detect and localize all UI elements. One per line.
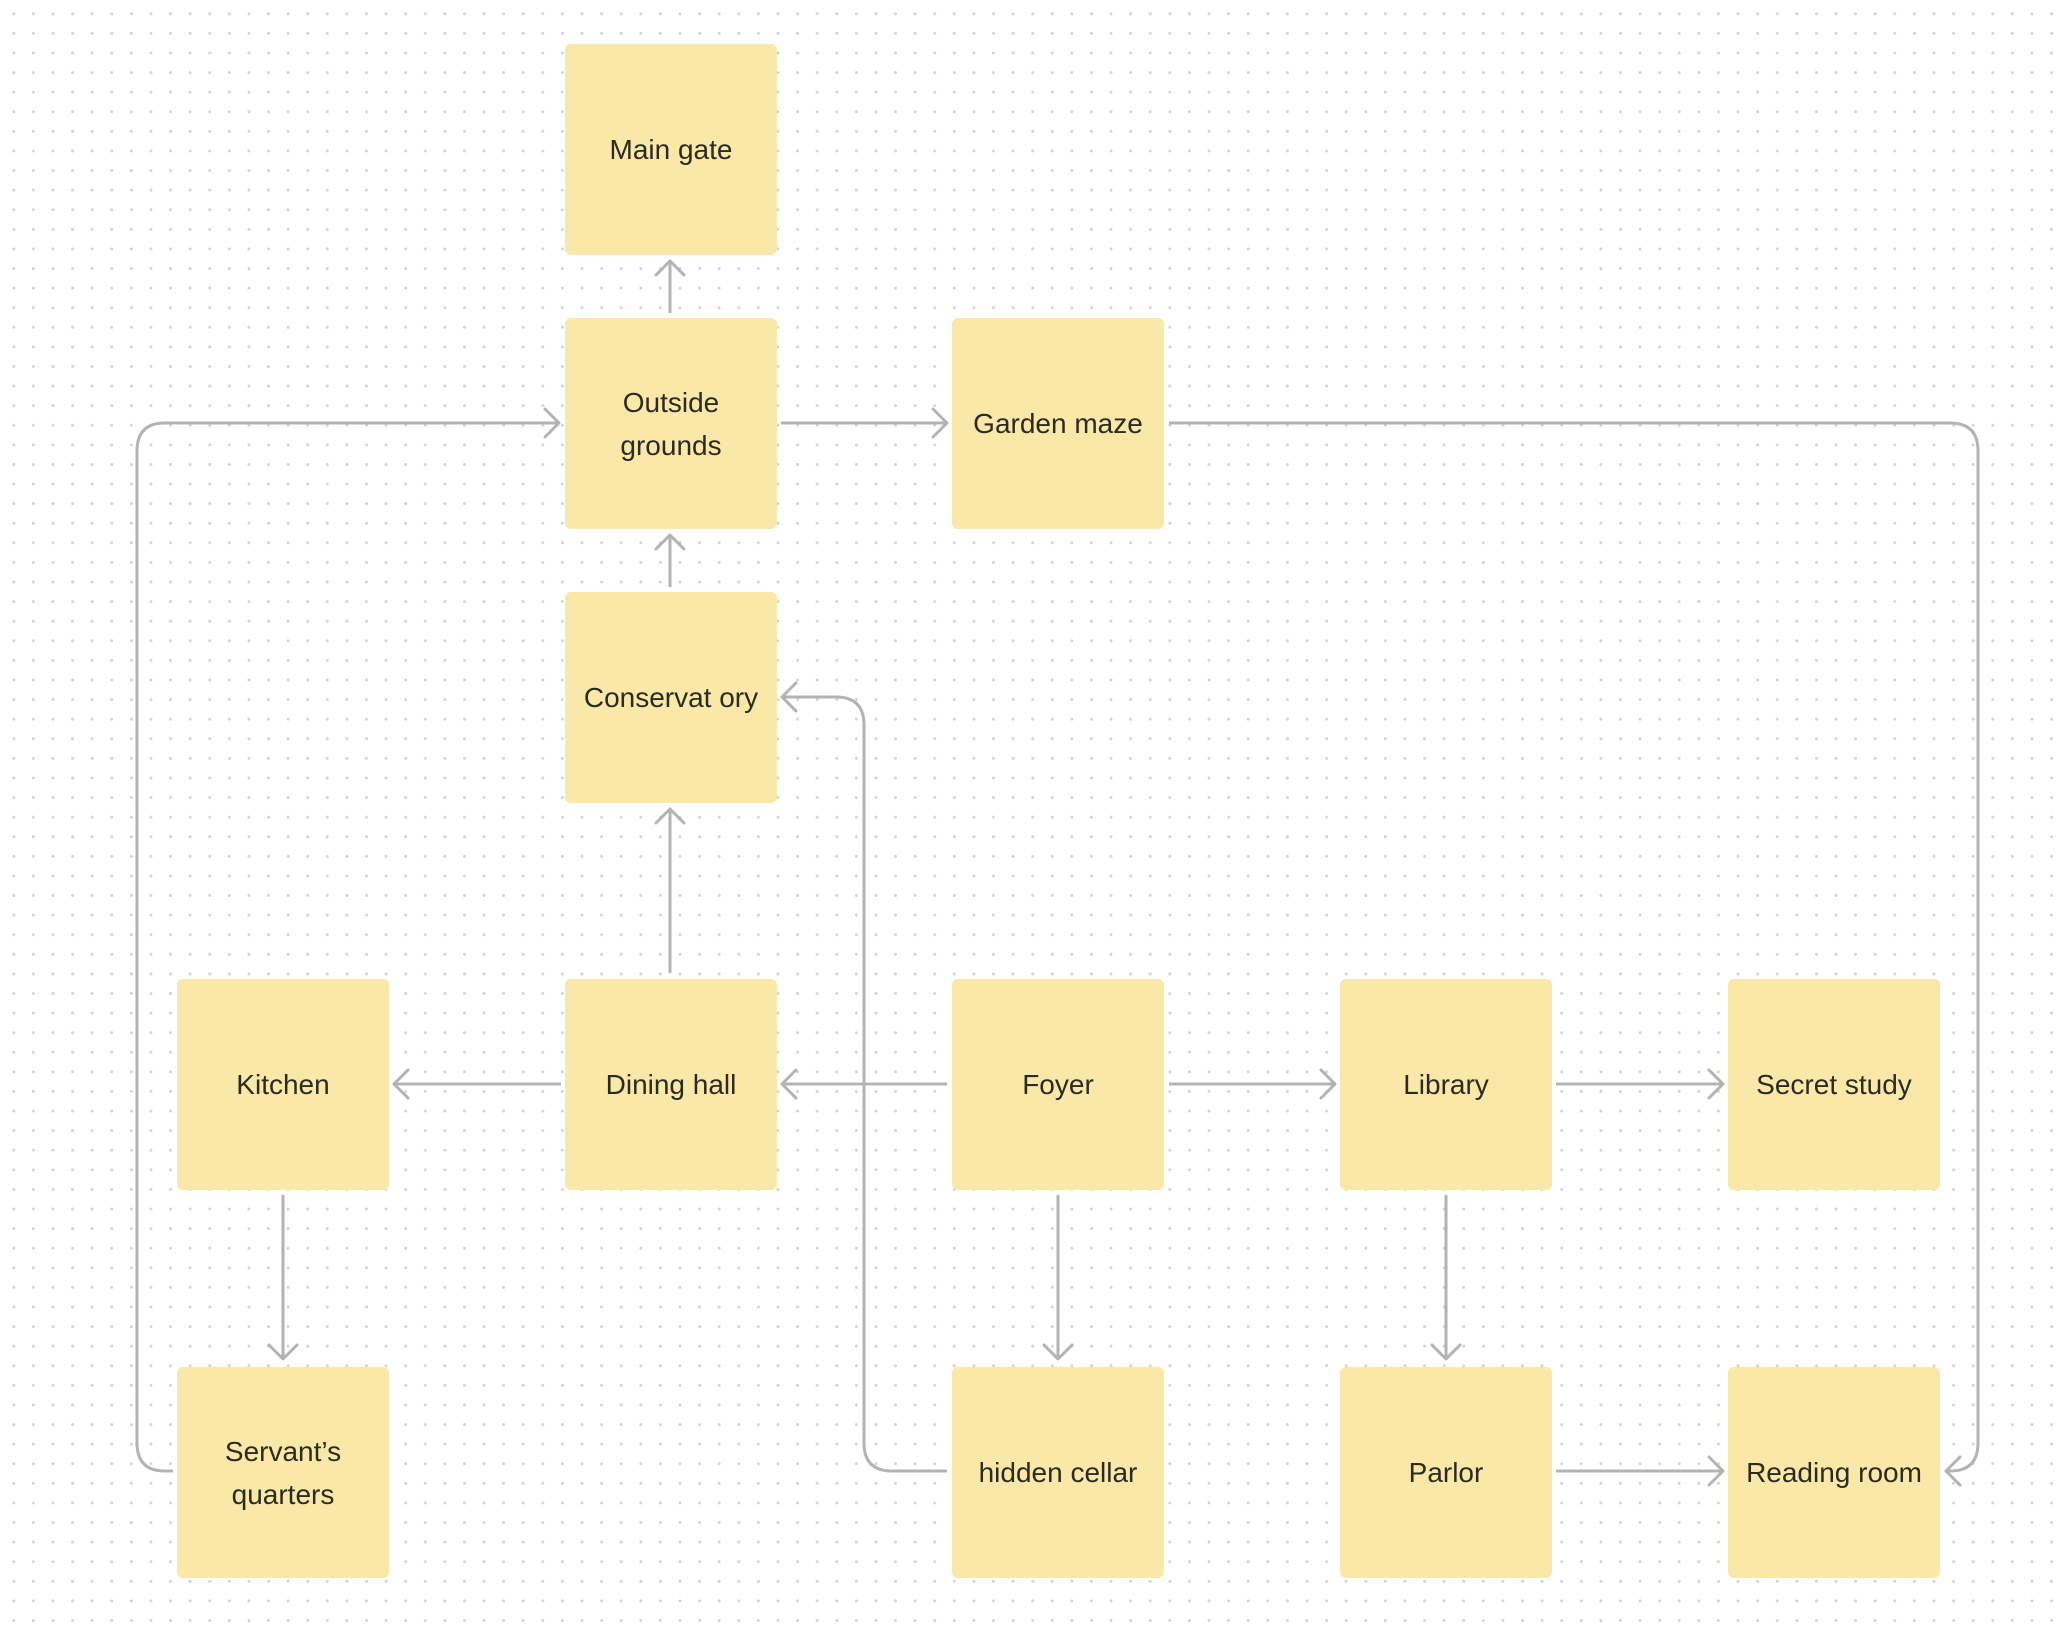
connector-parlor-to-reading-room[interactable] [1556,1455,1725,1487]
sticky-note-conservatory[interactable]: Conservat ory [565,592,777,803]
sticky-note-hidden-cellar[interactable]: hidden cellar [952,1367,1164,1578]
sticky-note-label: Main gate [609,134,733,165]
sticky-note-main-gate[interactable]: Main gate [565,44,777,255]
sticky-note-secret-study[interactable]: Secret study [1728,979,1940,1190]
sticky-note-kitchen[interactable]: Kitchen [177,979,389,1190]
sticky-note-label: Outside grounds [620,386,722,461]
sticky-note-label: hidden cellar [978,1457,1138,1488]
sticky-note-parlor[interactable]: Parlor [1340,1367,1552,1578]
sticky-note-label: Parlor [1408,1457,1484,1488]
connector-outside-grounds-to-garden-maze[interactable] [781,407,949,439]
connector-conservatory-to-outside-grounds[interactable] [654,533,686,587]
sticky-note-servants-quarters[interactable]: Servant’s quarters [177,1367,389,1578]
sticky-note-label: Conservat ory [583,682,759,713]
connector-dining-hall-to-conservatory[interactable] [654,807,686,973]
connector-servants-quarters-to-outside-grounds[interactable] [135,407,561,1473]
connector-hidden-cellar-to-conservatory[interactable] [780,681,947,1473]
connector-library-to-secret-study[interactable] [1556,1068,1725,1100]
connector-kitchen-to-servants-quarters[interactable] [267,1195,299,1361]
connector-library-to-parlor[interactable] [1430,1195,1462,1361]
connector-line [1169,421,1980,1473]
sticky-note-label: Dining hall [605,1069,737,1100]
connector-outside-grounds-to-main-gate[interactable] [654,259,686,313]
connector-foyer-to-library[interactable] [1169,1068,1337,1100]
sticky-note-garden-maze[interactable]: Garden maze [952,318,1164,529]
sticky-note-label: Foyer [1022,1069,1094,1100]
connector-dining-hall-to-kitchen[interactable] [392,1068,561,1100]
sticky-note-label: Servant’s quarters [224,1435,342,1510]
connector-foyer-to-hidden-cellar[interactable] [1042,1195,1074,1361]
sticky-note-dining-hall[interactable]: Dining hall [565,979,777,1190]
sticky-note-label: Kitchen [236,1069,330,1100]
connector-line [135,421,559,1473]
sticky-note-reading-room[interactable]: Reading room [1728,1367,1940,1578]
sticky-note-foyer[interactable]: Foyer [952,979,1164,1190]
sticky-note-label: Reading room [1746,1457,1922,1488]
sticky-note-outside-grounds[interactable]: Outside grounds [565,318,777,529]
connector-garden-maze-to-reading-room[interactable] [1169,421,1980,1487]
sticky-note-label: Library [1403,1069,1489,1100]
sticky-note-label: Garden maze [973,408,1143,439]
sticky-note-label: Secret study [1756,1069,1912,1100]
sticky-note-library[interactable]: Library [1340,979,1552,1190]
